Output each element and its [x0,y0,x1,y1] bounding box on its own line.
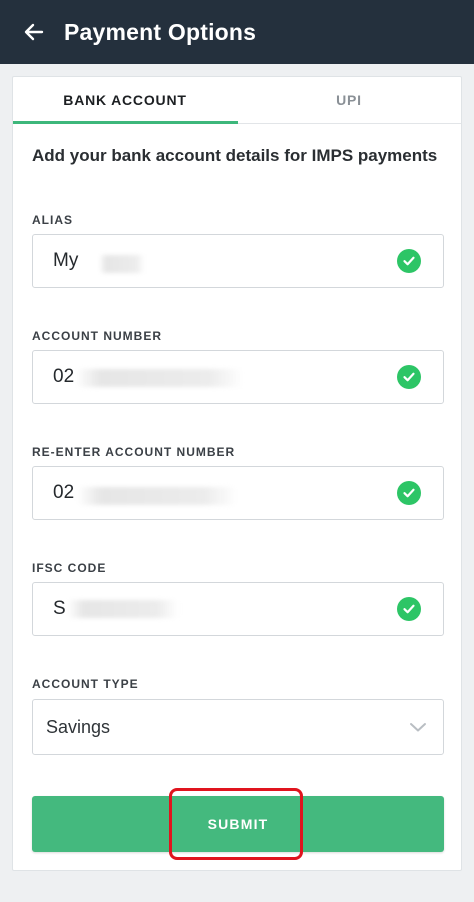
tab-upi[interactable]: UPI [237,77,461,123]
redacted-overlay [75,369,243,387]
account-number-label: ACCOUNT NUMBER [32,329,162,343]
app-header: Payment Options [0,0,474,64]
submit-button[interactable]: SUBMIT [32,796,444,852]
chevron-down-icon [409,721,427,733]
alias-field[interactable] [32,234,444,288]
arrow-left-icon [24,23,44,41]
account-type-value: Savings [46,716,111,737]
check-icon [397,597,421,621]
check-icon [397,249,421,273]
check-icon [397,365,421,389]
alias-input[interactable] [33,234,397,288]
redacted-overlay [77,487,237,505]
page-title: Payment Options [64,18,257,45]
redacted-overlay [67,600,179,618]
tab-bar: BANK ACCOUNT UPI [13,77,461,124]
account-number-field[interactable] [32,350,444,404]
ifsc-code-label: IFSC CODE [32,561,107,575]
tab-bank-account[interactable]: BANK ACCOUNT [13,77,237,123]
redacted-overlay [99,255,145,273]
back-button[interactable] [14,12,54,52]
active-tab-indicator [13,121,238,124]
reenter-account-number-label: RE-ENTER ACCOUNT NUMBER [32,445,236,459]
ifsc-code-field[interactable] [32,582,444,636]
account-type-select[interactable]: Savings [32,699,444,755]
check-icon [397,481,421,505]
reenter-account-number-field[interactable] [32,466,444,520]
alias-label: ALIAS [32,213,73,227]
form-intro: Add your bank account details for IMPS p… [32,146,438,165]
payment-card: BANK ACCOUNT UPI Add your bank account d… [12,76,462,871]
account-type-label: ACCOUNT TYPE [32,677,139,691]
